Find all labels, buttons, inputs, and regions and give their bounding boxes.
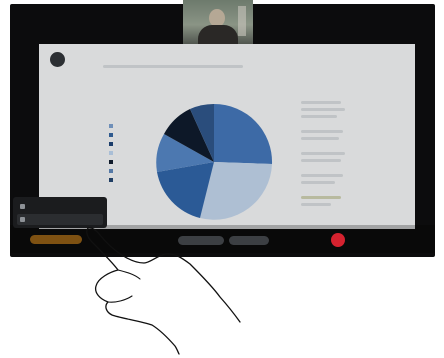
participant-torso	[198, 25, 238, 45]
slide-text-line	[301, 108, 345, 111]
slide-text-line	[301, 174, 343, 177]
background-lamp	[238, 6, 246, 36]
pie-slice	[214, 103, 273, 164]
slide-text-line	[301, 196, 341, 199]
slide-text-line	[301, 159, 341, 162]
slide-text-line	[301, 115, 337, 118]
share-control-button[interactable]	[30, 235, 82, 244]
legend-swatch	[109, 159, 113, 164]
finger-crease	[107, 295, 133, 303]
legend-swatch	[109, 150, 113, 155]
control-button[interactable]	[178, 236, 224, 245]
company-logo-icon	[50, 52, 65, 67]
menu-item-stop-share[interactable]	[17, 214, 103, 225]
self-view	[183, 0, 253, 45]
finger-crease	[117, 269, 141, 280]
end-call-button[interactable]	[331, 233, 345, 247]
control-button[interactable]	[275, 236, 309, 245]
legend-swatch	[109, 168, 113, 173]
legend-item	[109, 139, 118, 148]
menu-item-share-screen[interactable]	[17, 201, 103, 212]
slide-text-line	[301, 130, 343, 133]
chart-legend	[109, 121, 118, 184]
legend-swatch	[109, 177, 113, 182]
legend-swatch	[109, 141, 113, 146]
stop-share-icon	[20, 217, 25, 222]
slide-title-line	[103, 65, 243, 68]
slide-text-line	[301, 101, 341, 104]
slide-text-line	[301, 137, 339, 140]
legend-swatch	[109, 132, 113, 137]
share-popup-menu	[13, 197, 107, 228]
legend-item	[109, 175, 118, 184]
slide-pie-chart	[156, 103, 273, 220]
legend-item	[109, 130, 118, 139]
slide-text-line	[301, 152, 345, 155]
control-button[interactable]	[229, 236, 269, 245]
legend-item	[109, 121, 118, 130]
legend-swatch	[109, 123, 113, 128]
screen-share-icon	[20, 204, 25, 209]
legend-item	[109, 166, 118, 175]
slide-text-line	[301, 181, 335, 184]
legend-item	[109, 148, 118, 157]
slide-text-line	[301, 203, 331, 206]
legend-item	[109, 157, 118, 166]
